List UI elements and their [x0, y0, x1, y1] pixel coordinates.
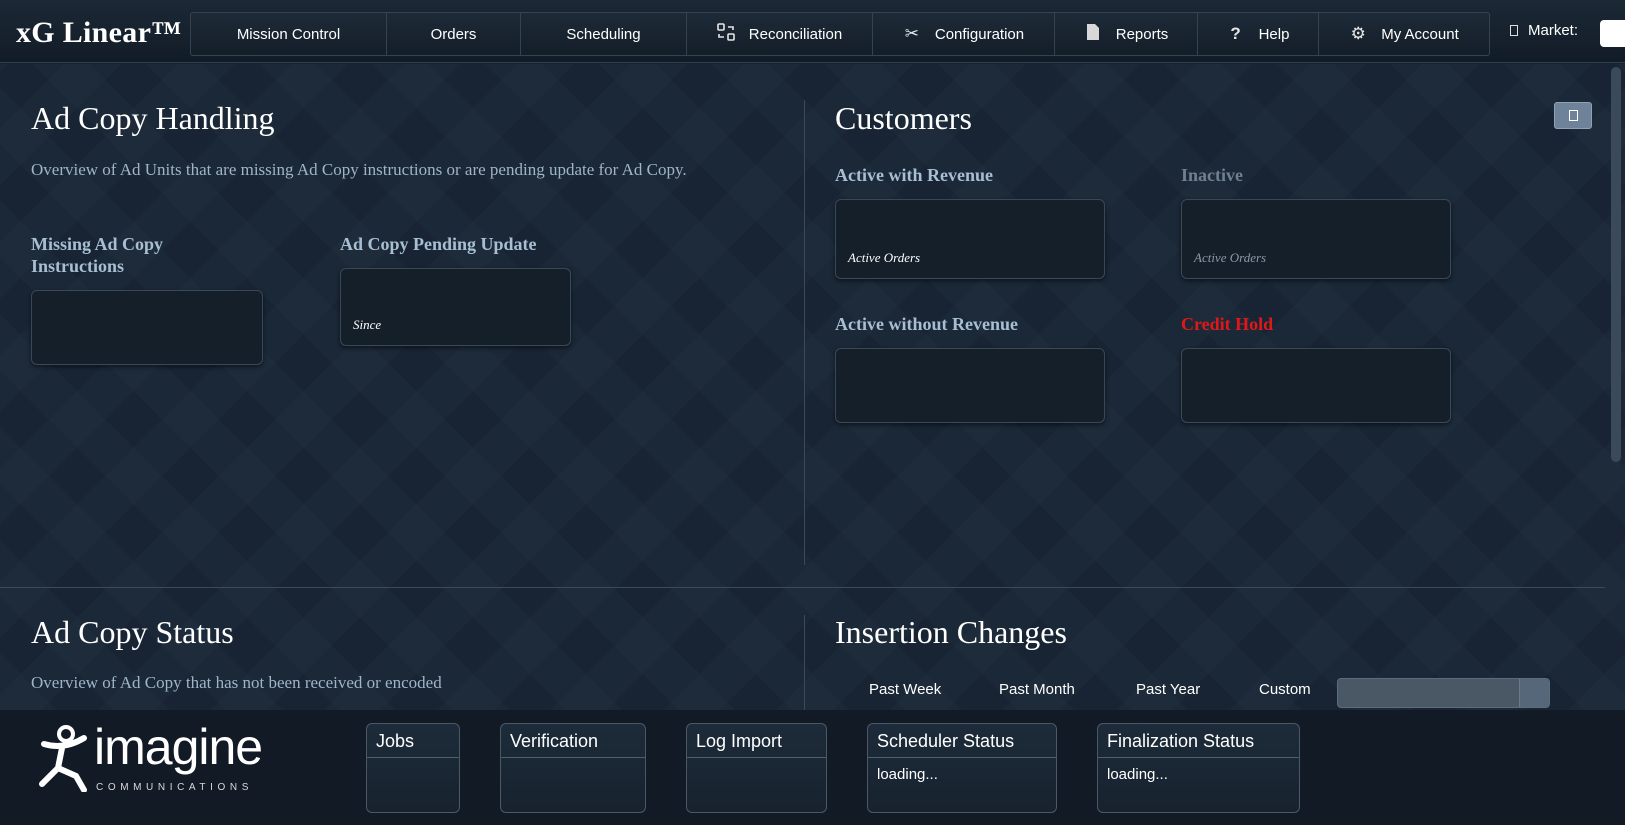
date-picker-button[interactable] [1519, 679, 1549, 707]
range-custom[interactable]: Custom [1259, 681, 1311, 698]
app-brand[interactable]: xG Linear™ [16, 16, 182, 50]
nav-reports[interactable]: Reports [1055, 13, 1198, 55]
active-without-revenue-label: Active without Revenue [835, 314, 1018, 334]
nav-label: Help [1258, 25, 1290, 43]
range-past-week[interactable]: Past Week [869, 681, 941, 698]
nav-orders[interactable]: Orders [387, 13, 521, 55]
widget-title: Scheduler Status [868, 724, 1056, 758]
tools-icon: ✂ [904, 24, 919, 43]
ad-copy-status-description: Overview of Ad Copy that has not been re… [31, 673, 442, 692]
active-without-revenue-card[interactable] [835, 348, 1105, 423]
widget-body [501, 758, 645, 774]
ad-copy-pending-card[interactable]: Since [340, 268, 571, 346]
inactive-card[interactable]: Active Orders [1181, 199, 1451, 279]
nav-label: Reconciliation [748, 25, 843, 43]
ad-copy-handling-title: Ad Copy Handling [31, 100, 275, 136]
market-label: Market: [1528, 22, 1579, 39]
top-navigation-bar: xG Linear™ Mission Control Orders Schedu… [0, 0, 1625, 63]
nav-label: Scheduling [566, 25, 641, 43]
nav-configuration[interactable]: ✂ Configuration [873, 13, 1055, 55]
widget-title: Verification [501, 724, 645, 758]
section-divider [804, 615, 805, 710]
nav-label: Mission Control [236, 25, 341, 43]
missing-ad-copy-card[interactable] [31, 290, 263, 365]
nav-help[interactable]: ? Help [1198, 13, 1319, 55]
widget-body [687, 758, 826, 774]
nav-label: My Account [1381, 25, 1459, 43]
nav-scheduling[interactable]: Scheduling [521, 13, 687, 55]
range-past-year[interactable]: Past Year [1136, 681, 1200, 698]
inactive-label: Inactive [1181, 165, 1243, 185]
widget-title: Finalization Status [1098, 724, 1299, 758]
active-with-revenue-label: Active with Revenue [835, 165, 993, 185]
scheduler-status-widget[interactable]: Scheduler Status loading... [867, 723, 1057, 813]
credit-hold-card[interactable] [1181, 348, 1451, 423]
range-past-month[interactable]: Past Month [999, 681, 1075, 698]
dancer-logo-icon [39, 725, 87, 792]
credit-hold-label: Credit Hold [1181, 314, 1274, 334]
insertion-changes-title: Insertion Changes [835, 614, 1067, 650]
window-icon [1568, 110, 1578, 121]
active-with-revenue-card[interactable]: Active Orders [835, 199, 1105, 279]
nav-my-account[interactable]: ⚙ My Account [1319, 13, 1489, 55]
market-selector: Market: [1510, 22, 1578, 39]
active-orders-text: Active Orders [1194, 250, 1267, 265]
gear-icon: ⚙ [1350, 24, 1366, 43]
widget-title: Log Import [687, 724, 826, 758]
nav-label: Orders [430, 25, 477, 43]
widget-body [367, 758, 459, 774]
main-menu: Mission Control Orders Scheduling Reconc… [190, 12, 1490, 56]
log-import-widget[interactable]: Log Import [686, 723, 827, 813]
ad-copy-status-title: Ad Copy Status [31, 614, 234, 650]
ad-copy-handling-description: Overview of Ad Units that are missing Ad… [31, 160, 687, 179]
widget-body: loading... [877, 766, 938, 783]
question-icon: ? [1230, 24, 1241, 43]
section-divider [804, 100, 805, 565]
nav-reconciliation[interactable]: Reconciliation [687, 13, 873, 55]
verification-widget[interactable]: Verification [500, 723, 646, 813]
pending-since-text: Since [353, 317, 382, 332]
market-input[interactable] [1600, 20, 1625, 47]
jobs-widget[interactable]: Jobs [366, 723, 460, 813]
panel-toggle-button[interactable] [1554, 102, 1592, 129]
finalization-status-widget[interactable]: Finalization Status loading... [1097, 723, 1300, 813]
nav-label: Configuration [934, 25, 1025, 43]
custom-range-input[interactable] [1337, 678, 1550, 708]
active-orders-text: Active Orders [848, 250, 921, 265]
reconciliation-icon [716, 22, 735, 46]
row-divider [0, 587, 1605, 588]
market-checkbox-icon[interactable] [1510, 25, 1518, 36]
missing-ad-copy-label: Missing Ad Copy Instructions [31, 234, 164, 276]
customers-title: Customers [835, 100, 972, 136]
logo-tagline: COMMUNICATIONS [96, 782, 253, 793]
ad-copy-pending-label: Ad Copy Pending Update [340, 234, 537, 254]
imagine-logo: imagine COMMUNICATIONS [36, 719, 263, 804]
main-scrollbar[interactable] [1611, 67, 1621, 462]
nav-label: Reports [1115, 25, 1169, 43]
logo-wordmark: imagine [94, 719, 263, 775]
nav-mission-control[interactable]: Mission Control [191, 13, 387, 55]
widget-body: loading... [1107, 766, 1168, 783]
document-icon [1084, 23, 1102, 46]
widget-title: Jobs [367, 724, 459, 758]
